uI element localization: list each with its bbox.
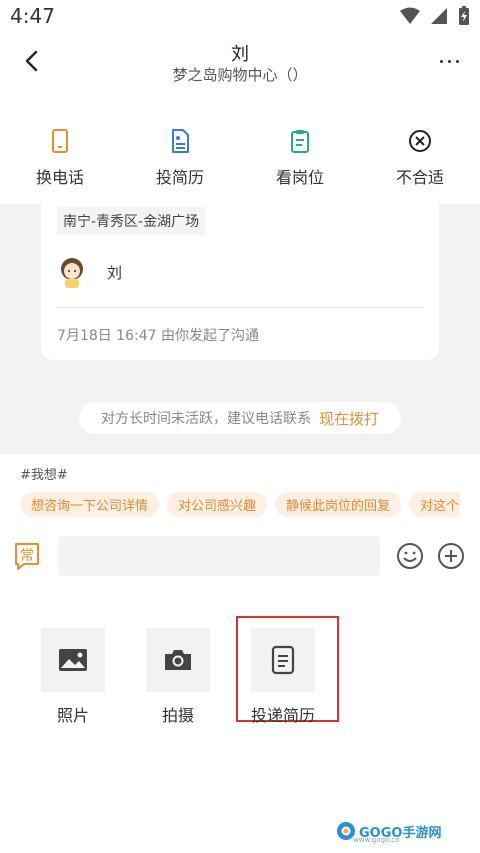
action-label: 换电话 [35,168,84,187]
phrase-label: 常 [20,548,34,564]
quick-reply-tag: #我想# [20,468,68,483]
status-time: 4:47 [10,4,55,28]
action-label: 不合适 [395,168,444,187]
chat-area: 南宁-青秀区-金湖广场 刘 7月18日 16:47 由你发起了沟通 对方长时间未… [0,204,480,454]
recruiter-row: 刘 [59,256,122,288]
more-options-button[interactable] [432,46,466,76]
tool-label: 照片 [56,706,89,725]
smiley-icon [397,543,423,569]
location-tag: 南宁-青秀区-金湖广场 [57,207,206,235]
action-send-resume[interactable]: 投简历 [120,118,240,204]
job-clipboard-icon [290,124,310,158]
tool-send-resume[interactable]: 投递简历 [251,628,315,726]
inactive-notice: 对方长时间未活跃，建议电话联系 现在拨打 [79,402,401,434]
emoji-button[interactable] [396,542,424,570]
recruiter-name: 刘 [107,263,123,282]
action-not-suitable[interactable]: 不合适 [360,118,480,204]
more-dot [447,59,451,63]
quick-reply-chip[interactable]: 对公司感兴趣 [167,492,268,517]
chat-header: 刘 梦之岛购物中心（） [0,34,480,98]
quick-replies: #我想# 想咨询一下公司详情 对公司感兴趣 静候此岗位的回复 对这个 [0,454,480,524]
reject-x-icon [408,124,432,158]
common-phrases-button[interactable]: 常 [14,542,40,570]
call-now-link[interactable]: 现在拨打 [319,408,379,429]
avatar [61,258,83,288]
tools-panel: 照片 拍摄 投递简历 [0,590,480,853]
document-icon [251,628,315,692]
watermark-sub: www.gogo.cn [353,836,400,844]
camera-icon [146,628,210,692]
page-subtitle: 梦之岛购物中心（） [172,66,308,84]
phrase-bubble-icon: 常 [15,543,39,570]
chat-start-time: 7月18日 16:47 由你发起了沟通 [57,328,259,344]
action-label: 投简历 [155,168,204,187]
action-label: 看岗位 [275,168,324,187]
wifi-icon [400,7,420,24]
phone-icon [51,124,69,158]
quick-reply-chip[interactable]: 对这个 [409,492,460,517]
more-dots-icon [439,59,443,63]
tool-photo[interactable]: 照片 [41,628,105,726]
quick-reply-chip[interactable]: 想咨询一下公司详情 [20,492,160,517]
action-bar: 换电话 投简历 看岗位 不合适 [0,118,480,204]
resume-icon [170,124,190,158]
message-input[interactable] [58,536,380,576]
quick-reply-chips: 想咨询一下公司详情 对公司感兴趣 静候此岗位的回复 对这个 [20,492,460,517]
more-tools-button[interactable] [437,542,465,570]
divider [57,307,423,308]
tool-label: 拍摄 [161,706,194,725]
message-input-row: 常 [0,524,480,590]
battery-icon [459,6,469,25]
plus-circle-icon [438,543,464,569]
image-icon [41,628,105,692]
notice-text: 对方长时间未活跃，建议电话联系 [100,411,311,427]
more-dot [455,59,459,63]
action-change-phone[interactable]: 换电话 [0,118,120,204]
tool-label: 投递简历 [251,706,316,725]
signal-icon [431,8,447,24]
tool-camera[interactable]: 拍摄 [146,628,210,726]
page-title: 刘 [231,44,249,65]
job-card[interactable]: 南宁-青秀区-金湖广场 刘 7月18日 16:47 由你发起了沟通 [41,204,439,360]
status-icons [400,6,470,26]
action-view-job[interactable]: 看岗位 [240,118,360,204]
status-bar: 4:47 [0,0,480,34]
quick-reply-chip[interactable]: 静候此岗位的回复 [275,492,402,517]
watermark: GOGO手游网 www.gogo.cn [335,820,441,844]
